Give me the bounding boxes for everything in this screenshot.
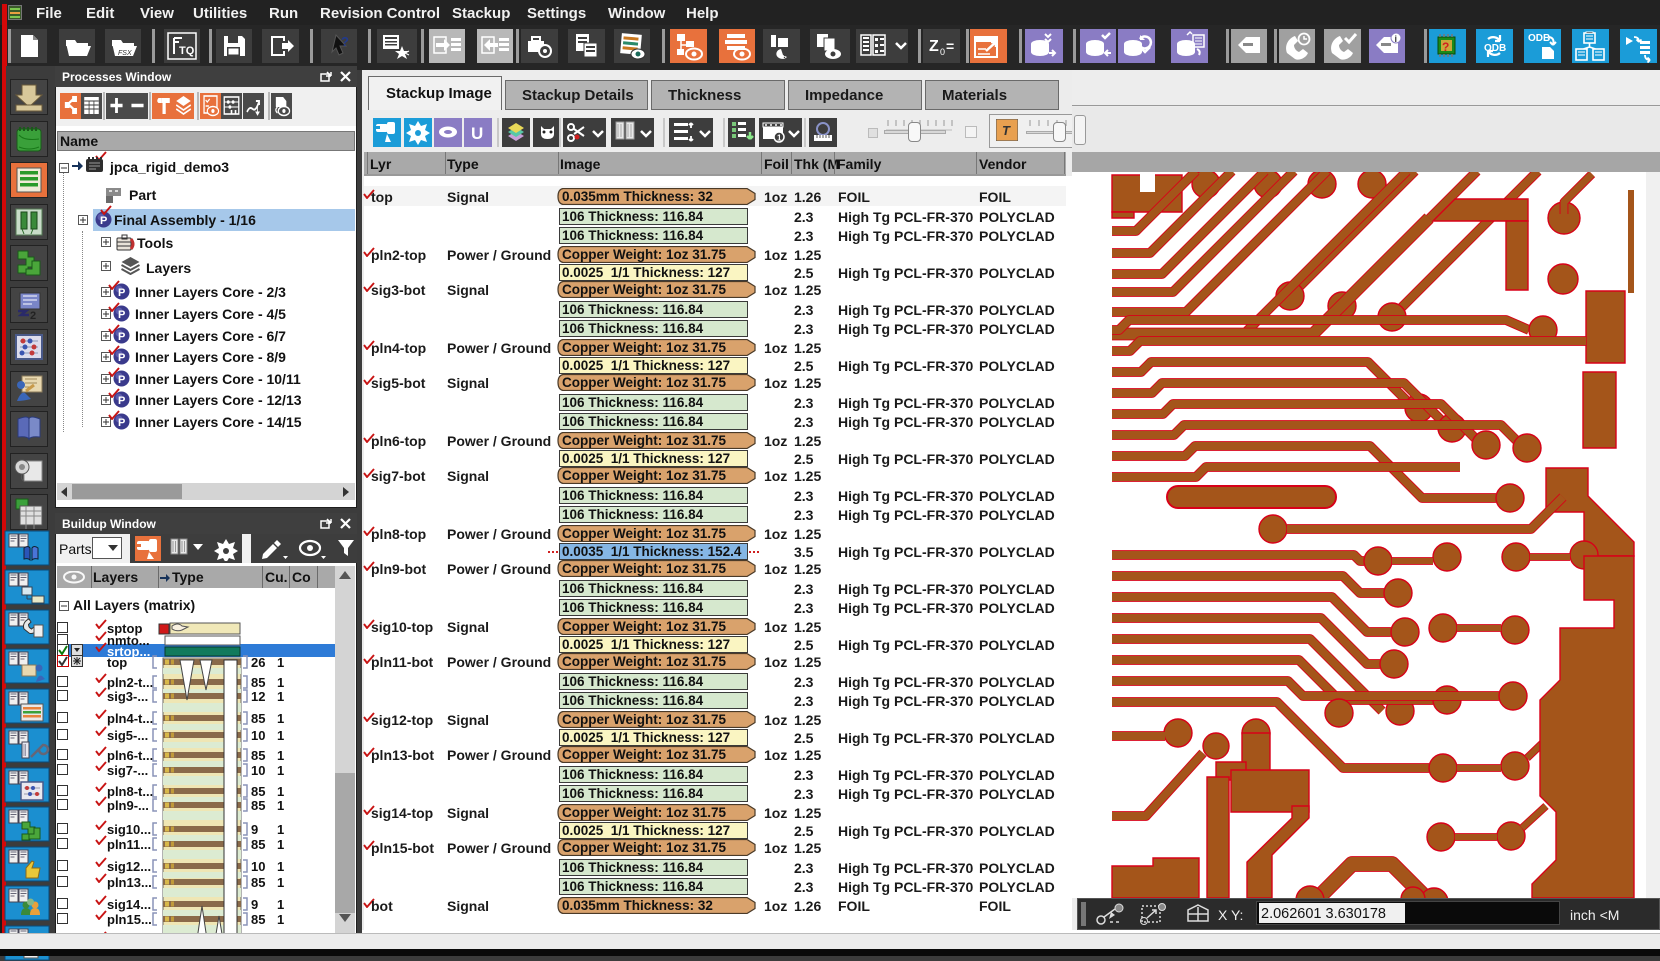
svg-text:T: T [1002,123,1011,138]
svg-text:ODB: ODB [1528,33,1550,44]
svg-text:?: ? [1442,40,1449,54]
svg-text:0: 0 [940,47,945,57]
svg-text:!: ! [783,50,786,60]
svg-text:=: = [946,38,954,54]
svg-text:U: U [471,124,483,143]
svg-text:Z: Z [929,38,939,55]
svg-text:1: 1 [777,134,782,143]
svg-text:i: i [1395,34,1398,44]
